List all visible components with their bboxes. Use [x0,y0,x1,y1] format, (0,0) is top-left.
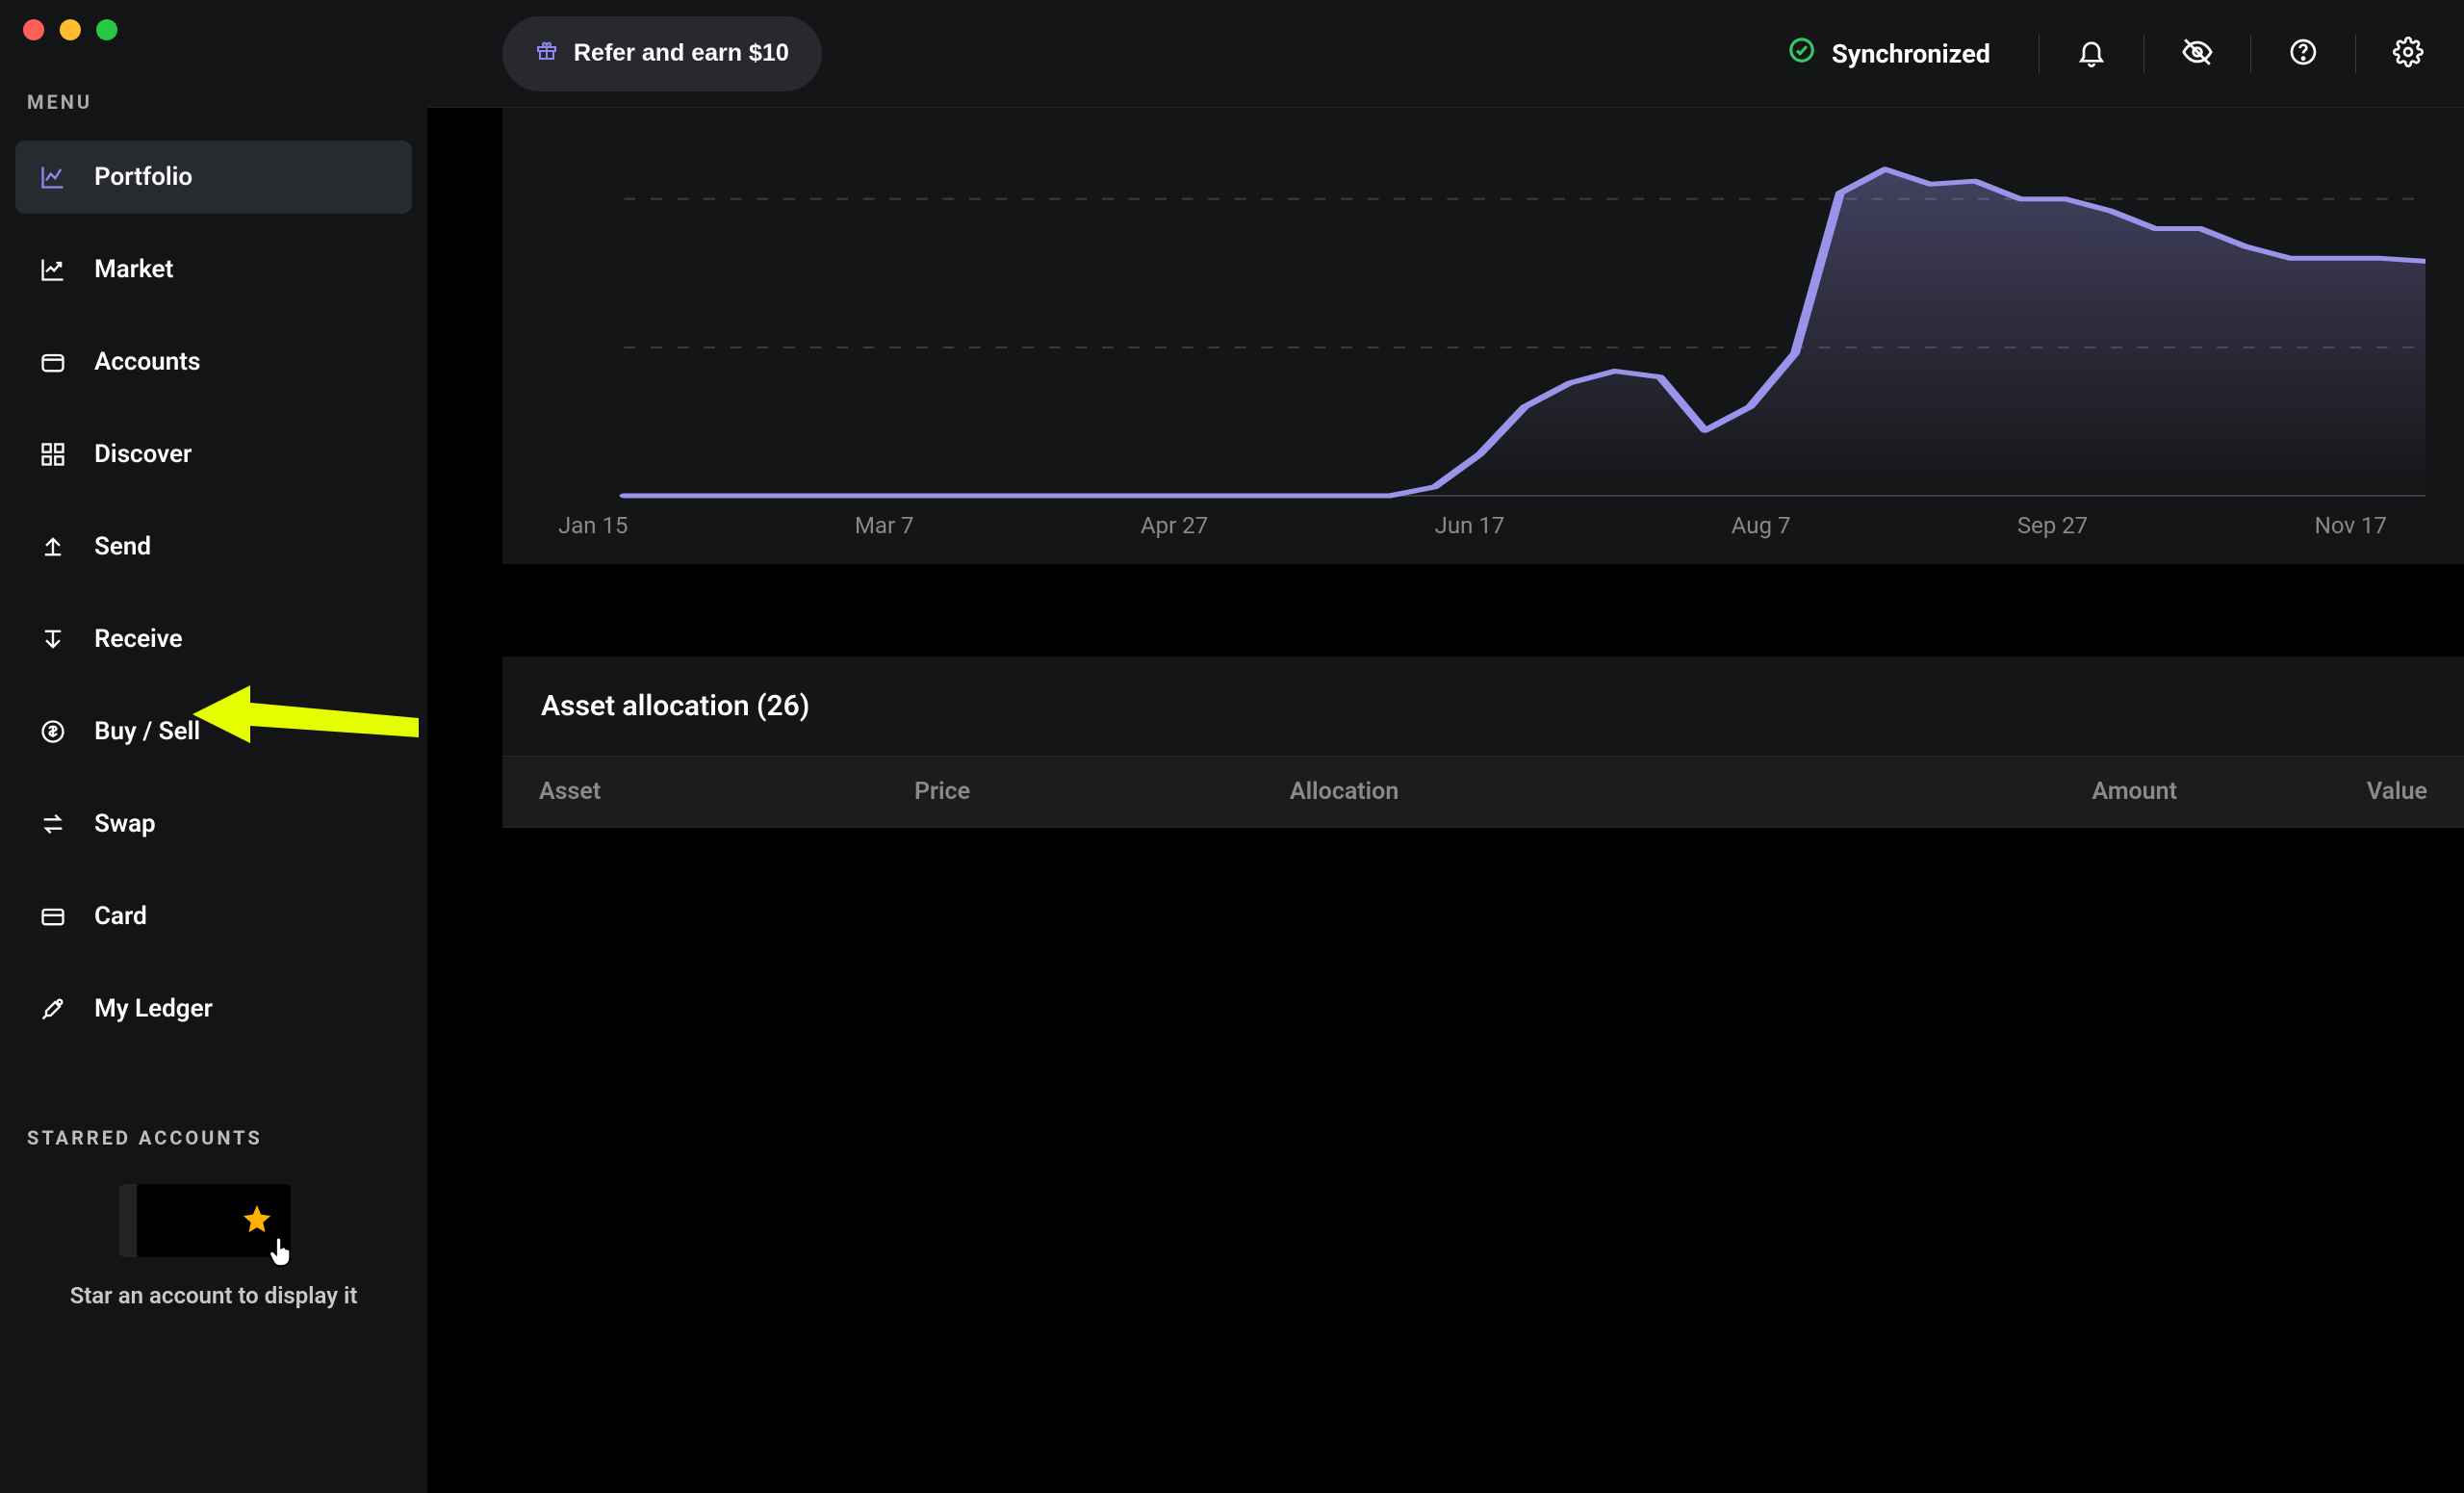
sidebar-item-label: Buy / Sell [94,717,200,746]
sidebar-item-discover[interactable]: Discover [15,418,412,491]
chart-x-tick: Mar 7 [855,512,914,539]
refer-earn-button[interactable]: Refer and earn $10 [502,16,822,91]
topbar: Refer and earn $10 Synchronized [427,0,2464,108]
portfolio-chart-panel: Jan 15 Mar 7 Apr 27 Jun 17 Aug 7 Sep 27 Nov 17 [502,108,2464,564]
sidebar-item-label: Send [94,532,151,561]
check-circle-icon [1787,36,1816,71]
sidebar: MENU Portfolio Market Accounts [0,0,427,1493]
close-window-button[interactable] [23,19,44,40]
tools-icon [38,994,67,1023]
sidebar-item-buy-sell[interactable]: Buy / Sell [15,695,412,768]
grid-icon [38,440,67,469]
main-content: Refer and earn $10 Synchronized [427,0,2464,1493]
sidebar-item-swap[interactable]: Swap [15,787,412,861]
sidebar-item-label: Accounts [94,348,200,376]
portfolio-chart: Jan 15Mar 7Apr 27Jun 17Aug 7Sep 27Nov 17 [529,135,2426,529]
dollar-circle-icon [38,717,67,746]
column-header-price[interactable]: Price [914,778,1290,806]
column-header-asset[interactable]: Asset [539,778,914,806]
help-circle-icon [2288,37,2319,70]
gear-icon [2393,37,2424,70]
chart-x-tick: Apr 27 [1141,512,1208,539]
portfolio-chart-icon [38,163,67,192]
minimize-window-button[interactable] [60,19,81,40]
divider [2250,35,2251,73]
column-header-allocation[interactable]: Allocation [1290,778,1927,806]
market-chart-icon [38,255,67,284]
sidebar-item-receive[interactable]: Receive [15,603,412,676]
sidebar-item-label: Portfolio [94,163,192,192]
starred-hint-text: Star an account to display it [27,1282,400,1309]
sidebar-nav: Portfolio Market Accounts Discover [0,129,427,1065]
chart-x-tick: Sep 27 [2017,512,2088,539]
divider [2355,35,2356,73]
wallet-icon [38,348,67,376]
chart-x-tick: Jun 17 [1435,512,1505,539]
refer-earn-label: Refer and earn $10 [574,39,789,67]
sidebar-item-label: Receive [94,625,183,654]
bell-icon [2076,37,2107,70]
divider [2143,35,2144,73]
sidebar-item-label: My Ledger [94,994,213,1023]
gift-icon [535,39,558,68]
column-header-amount[interactable]: Amount [1927,778,2177,806]
sidebar-item-market[interactable]: Market [15,233,412,306]
settings-button[interactable] [2374,22,2443,86]
privacy-toggle-button[interactable] [2162,22,2233,86]
fullscreen-window-button[interactable] [96,19,117,40]
menu-section-label: MENU [0,60,427,129]
sidebar-item-label: Market [94,255,173,284]
sidebar-item-accounts[interactable]: Accounts [15,325,412,399]
eye-off-icon [2181,36,2214,71]
sidebar-item-card[interactable]: Card [15,880,412,953]
divider [2039,35,2040,73]
asset-allocation-title: Asset allocation (26) [502,656,2464,756]
sync-status-label: Synchronized [1832,39,1990,69]
sidebar-item-send[interactable]: Send [15,510,412,583]
column-header-value[interactable]: Value [2177,778,2427,806]
sidebar-item-label: Swap [94,810,156,838]
chart-x-axis-labels: Jan 15 Mar 7 Apr 27 Jun 17 Aug 7 Sep 27 Nov 17 [529,501,2426,539]
asset-allocation-panel: Asset allocation (26) Asset Price Alloca… [502,656,2464,1482]
arrow-up-icon [38,532,67,561]
starred-accounts-section: STARRED ACCOUNTS Star an account to disp… [0,1126,427,1309]
asset-allocation-body [502,828,2464,1482]
credit-card-icon [38,902,67,931]
sidebar-item-label: Discover [94,440,192,469]
swap-icon [38,810,67,838]
asset-allocation-header-row: Asset Price Allocation Amount Value [502,756,2464,828]
sync-status: Synchronized [1787,36,1990,71]
sidebar-item-label: Card [94,902,147,931]
window-controls [0,0,427,60]
sidebar-item-portfolio[interactable]: Portfolio [15,141,412,214]
cursor-hand-icon [262,1232,300,1274]
help-button[interactable] [2269,22,2338,86]
arrow-down-icon [38,625,67,654]
starred-accounts-label: STARRED ACCOUNTS [27,1126,400,1149]
sidebar-item-my-ledger[interactable]: My Ledger [15,972,412,1045]
chart-x-tick: Aug 7 [1732,512,1791,539]
starred-placeholder [137,1184,291,1257]
chart-x-tick: Jan 15 [558,512,628,539]
chart-x-tick: Nov 17 [2315,512,2387,539]
notifications-button[interactable] [2057,22,2126,86]
